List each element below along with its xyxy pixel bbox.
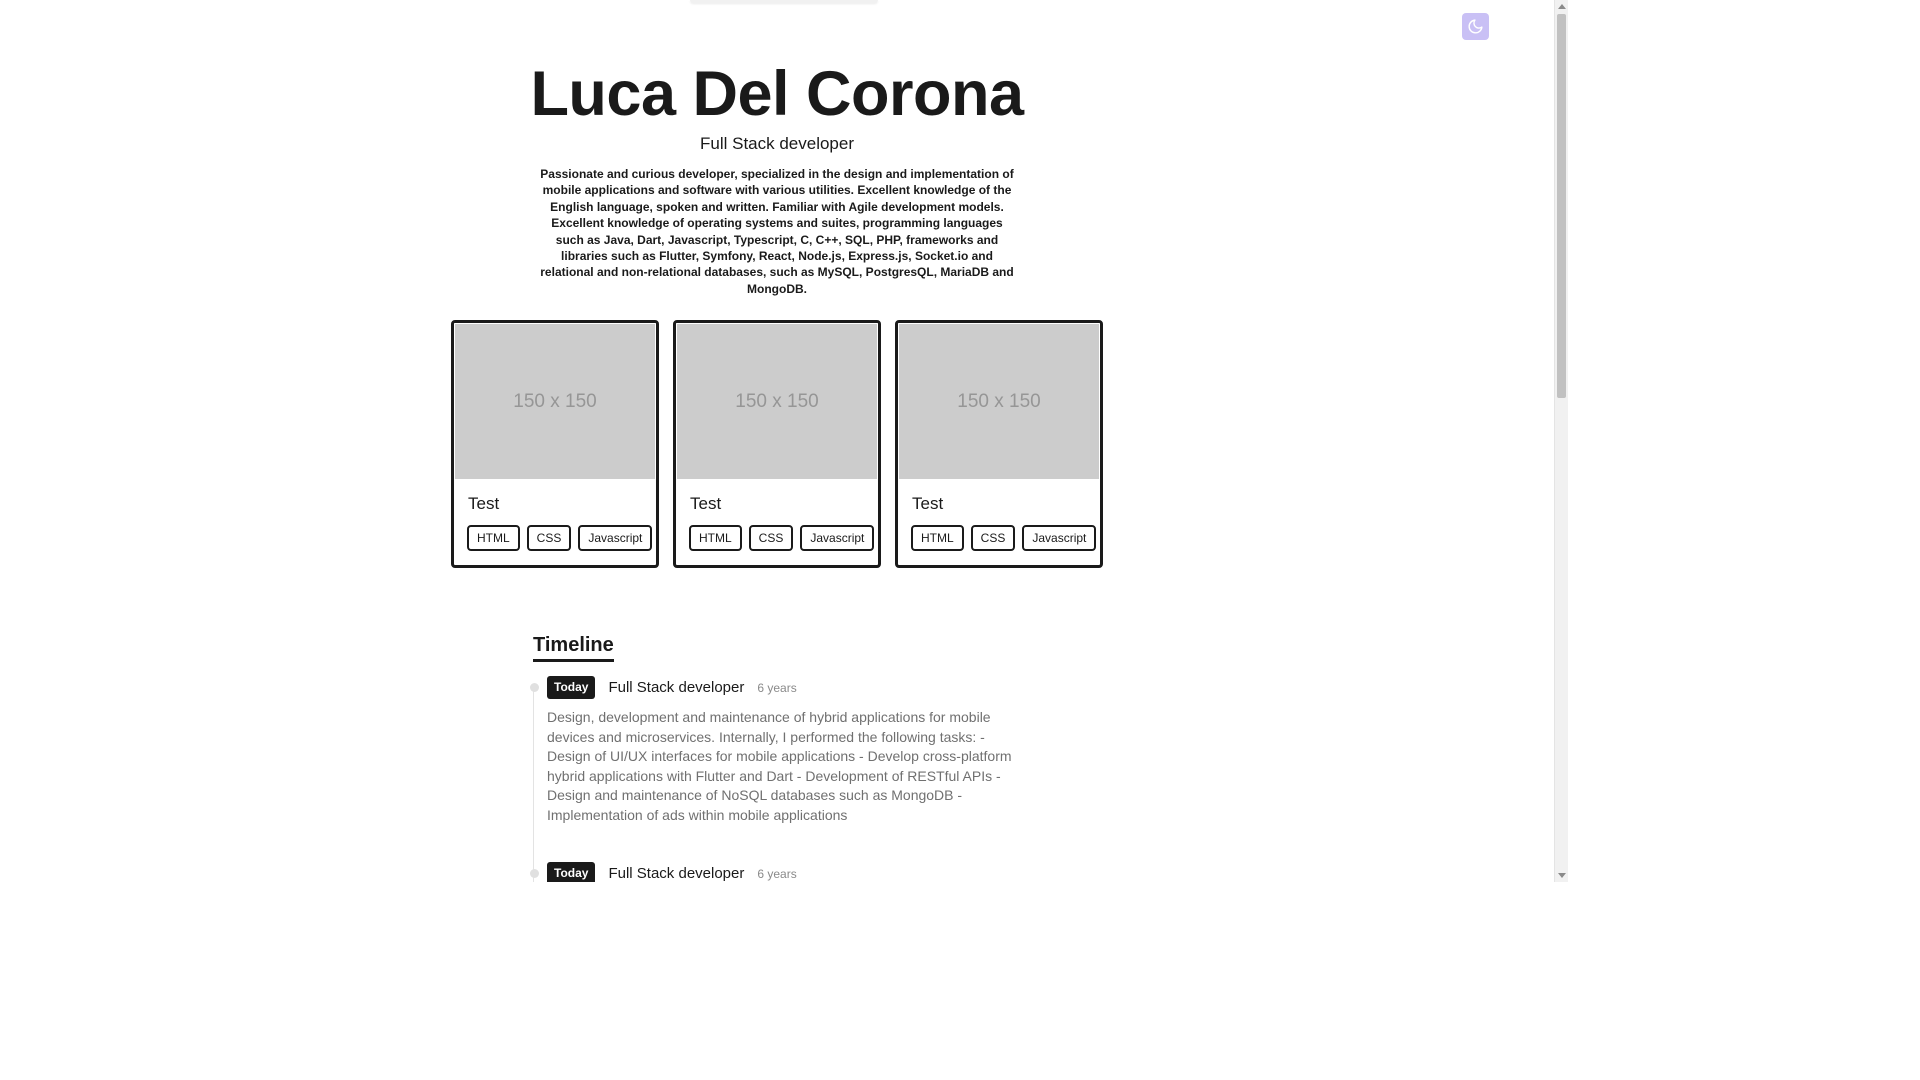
project-image-placeholder: 150 x 150 [676, 323, 878, 480]
portfolio-page: Luca Del Corona Full Stack developer Pas… [0, 0, 1568, 882]
moon-icon [1468, 19, 1483, 34]
top-nav-tab[interactable] [690, 0, 878, 3]
tag-html[interactable]: HTML [911, 525, 964, 551]
tag-css[interactable]: CSS [970, 525, 1016, 551]
entry-duration: 6 years [757, 866, 797, 881]
scroll-up-arrow-icon[interactable] [1558, 4, 1566, 9]
theme-toggle-button[interactable] [1462, 13, 1489, 40]
tag-html[interactable]: HTML [689, 525, 742, 551]
scroll-thumb[interactable] [1557, 14, 1566, 398]
project-tags: HTML CSS Javascript [911, 525, 1100, 551]
page-subtitle: Full Stack developer [699, 134, 855, 153]
project-title: Test [690, 494, 722, 513]
status-badge: Today [547, 676, 596, 699]
project-title: Test [468, 494, 500, 513]
project-image-placeholder: 150 x 150 [454, 323, 656, 480]
timeline-dot [530, 683, 539, 692]
entry-title: Full Stack developer [608, 865, 745, 882]
timeline-entry: Today Full Stack developer 6 years [530, 862, 1017, 882]
tag-javascript[interactable]: Javascript [578, 525, 653, 551]
bio-text: Passionate and curious developer, specia… [540, 167, 1014, 296]
entry-title: Full Stack developer [608, 679, 745, 696]
entry-duration: 6 years [757, 680, 797, 695]
tag-javascript[interactable]: Javascript [800, 525, 875, 551]
timeline-dot [530, 869, 539, 878]
timeline-line [533, 686, 534, 882]
tag-html[interactable]: HTML [467, 525, 520, 551]
project-tags: HTML CSS Javascript [467, 525, 656, 551]
project-card[interactable]: 150 x 150 Test HTML CSS Javascript [451, 320, 659, 568]
entry-description: Design, development and maintenance of h… [547, 709, 1012, 823]
timeline-entry: Today Full Stack developer 6 years Desig… [530, 676, 1017, 826]
vertical-scrollbar[interactable] [1554, 0, 1568, 882]
scroll-down-arrow-icon[interactable] [1558, 873, 1566, 878]
project-cards: 150 x 150 Test HTML CSS Javascript 150 x… [451, 320, 1103, 568]
project-image-placeholder: 150 x 150 [898, 323, 1100, 480]
project-tags: HTML CSS Javascript [689, 525, 878, 551]
project-card[interactable]: 150 x 150 Test HTML CSS Javascript [895, 320, 1103, 568]
page-title: Luca Del Corona [530, 59, 1024, 129]
status-badge: Today [547, 862, 596, 882]
project-title: Test [912, 494, 944, 513]
tag-css[interactable]: CSS [748, 525, 794, 551]
tag-javascript[interactable]: Javascript [1022, 525, 1097, 551]
project-card[interactable]: 150 x 150 Test HTML CSS Javascript [673, 320, 881, 568]
timeline-heading: Timeline [533, 634, 614, 662]
tag-css[interactable]: CSS [526, 525, 572, 551]
